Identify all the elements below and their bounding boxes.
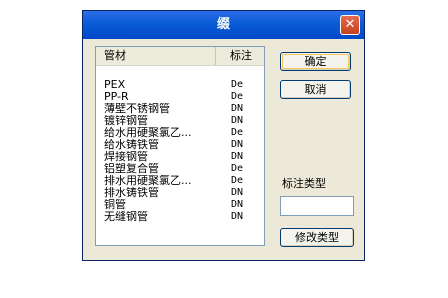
list-item-name: 排水铸铁管	[104, 187, 159, 199]
list-item[interactable]: PP-R De	[104, 91, 262, 103]
list-item-name: 铝塑复合管	[104, 163, 159, 175]
window-title: 缀	[216, 17, 230, 32]
list-item[interactable]: 镀锌钢管 DN	[104, 115, 262, 127]
list-item-name: 给水用硬聚氯乙...	[104, 127, 192, 139]
column-header-material[interactable]: 管材	[96, 47, 216, 65]
annotation-type-input[interactable]	[280, 196, 354, 216]
list-item[interactable]: 薄壁不锈钢管 DN	[104, 103, 262, 115]
list-item-name: 焊接钢管	[104, 151, 148, 163]
list-header: 管材 标注	[96, 47, 264, 66]
annotation-type-label: 标注类型	[282, 177, 326, 190]
dialog-window: 缀 ✕ 管材 标注 PEX De PP-R De 薄壁不锈钢管 DN 镀锌钢管 …	[82, 10, 365, 261]
list-item-note: DN	[231, 115, 244, 126]
list-item-name: PEX	[104, 79, 126, 91]
list-item-note: DN	[231, 199, 244, 210]
close-icon[interactable]: ✕	[340, 15, 360, 35]
list-item-name: 镀锌钢管	[104, 115, 148, 127]
modify-type-button[interactable]: 修改类型	[280, 228, 354, 247]
list-item[interactable]: 无缝钢管 DN	[104, 211, 262, 223]
list-item-note: DN	[231, 187, 244, 198]
list-item[interactable]: 给水用硬聚氯乙... De	[104, 127, 262, 139]
title-bar[interactable]: 缀 ✕	[83, 11, 364, 39]
list-item-name: 无缝钢管	[104, 211, 148, 223]
list-item-note: DN	[231, 151, 244, 162]
list-item[interactable]: 焊接钢管 DN	[104, 151, 262, 163]
list-item-note: DN	[231, 103, 244, 114]
list-item-name: 排水用硬聚氯乙...	[104, 175, 192, 187]
list-item-note: DN	[231, 211, 244, 222]
list-item-note: De	[231, 175, 244, 186]
ok-button[interactable]: 确定	[280, 52, 351, 71]
list-item-note: De	[231, 127, 244, 138]
list-item-name: PP-R	[104, 91, 129, 103]
list-item[interactable]: 排水铸铁管 DN	[104, 187, 262, 199]
list-item[interactable]: 给水铸铁管 DN	[104, 139, 262, 151]
list-item[interactable]: PEX De	[104, 79, 262, 91]
list-item-note: De	[231, 79, 244, 90]
column-header-annotation[interactable]: 标注	[217, 47, 264, 65]
list-item-note: De	[231, 163, 244, 174]
list-item[interactable]: 铜管 DN	[104, 199, 262, 211]
cancel-button[interactable]: 取消	[280, 80, 351, 99]
list-item-note: DN	[231, 139, 244, 150]
list-item[interactable]: 排水用硬聚氯乙... De	[104, 175, 262, 187]
list-item-name: 给水铸铁管	[104, 139, 159, 151]
list-item[interactable]: 铝塑复合管 De	[104, 163, 262, 175]
list-item-name: 薄壁不锈钢管	[104, 103, 170, 115]
list-item-name: 铜管	[104, 199, 126, 211]
pipe-list[interactable]: 管材 标注 PEX De PP-R De 薄壁不锈钢管 DN 镀锌钢管 DN 给…	[95, 46, 265, 246]
list-item-note: De	[231, 91, 244, 102]
